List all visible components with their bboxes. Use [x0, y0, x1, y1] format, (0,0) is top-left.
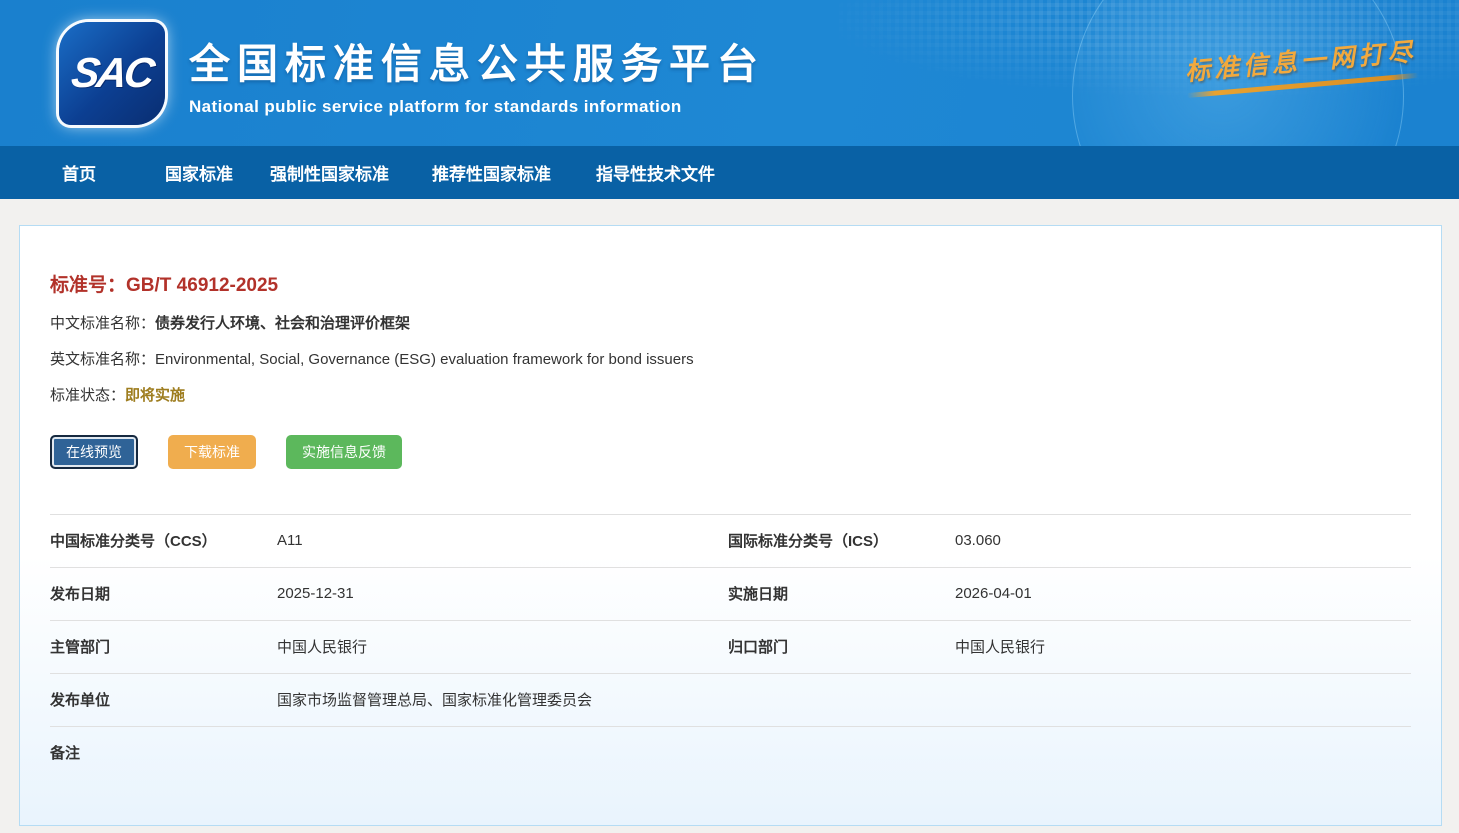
- detail-value: 中国人民银行: [277, 621, 728, 674]
- download-standard-button[interactable]: 下载标准: [168, 435, 256, 469]
- detail-value: 中国人民银行: [955, 621, 1411, 674]
- main-nav: 首页 国家标准 强制性国家标准 推荐性国家标准 指导性技术文件: [0, 146, 1459, 199]
- sac-logo[interactable]: SAC: [59, 22, 165, 125]
- status-badge: 即将实施: [125, 387, 185, 404]
- standard-number-value: GB/T 46912-2025: [126, 275, 278, 296]
- detail-value: [277, 727, 1411, 780]
- nav-item-mandatory-national-standards[interactable]: 强制性国家标准: [270, 160, 389, 185]
- site-titles: 全国标准信息公共服务平台 National public service pla…: [189, 30, 765, 117]
- site-header: SAC 全国标准信息公共服务平台 National public service…: [0, 0, 1459, 146]
- english-name-label: 英文标准名称：: [50, 351, 155, 368]
- nav-item-recommended-national-standards[interactable]: 推荐性国家标准: [432, 160, 551, 185]
- chinese-name-value: 债券发行人环境、社会和治理评价框架: [155, 315, 410, 332]
- site-subtitle: National public service platform for sta…: [189, 97, 765, 117]
- english-name-value: Environmental, Social, Governance (ESG) …: [155, 351, 694, 368]
- nav-item-national-standards[interactable]: 国家标准: [165, 160, 233, 185]
- nav-item-home[interactable]: 首页: [62, 160, 96, 185]
- nav-item-guiding-technical-documents[interactable]: 指导性技术文件: [596, 160, 715, 185]
- table-row-departments: 主管部门 中国人民银行 归口部门 中国人民银行: [50, 621, 1411, 674]
- detail-value: 2025-12-31: [277, 568, 728, 621]
- table-row-classification: 中国标准分类号（CCS） A11 国际标准分类号（ICS） 03.060: [50, 515, 1411, 568]
- online-preview-button[interactable]: 在线预览: [50, 435, 138, 469]
- action-buttons: 在线预览 下载标准 实施信息反馈: [50, 435, 1411, 469]
- standard-number-label: 标准号：: [50, 275, 126, 296]
- detail-value: 国家市场监督管理总局、国家标准化管理委员会: [277, 674, 1411, 727]
- detail-label: 发布日期: [50, 568, 277, 621]
- chinese-name-label: 中文标准名称：: [50, 315, 155, 332]
- detail-label: 发布单位: [50, 674, 277, 727]
- field-chinese-name: 中文标准名称：债券发行人环境、社会和治理评价框架: [50, 312, 1411, 333]
- field-status: 标准状态：即将实施: [50, 384, 1411, 405]
- status-label: 标准状态：: [50, 387, 125, 404]
- detail-label: 实施日期: [728, 568, 955, 621]
- detail-label: 主管部门: [50, 621, 277, 674]
- detail-label: 归口部门: [728, 621, 955, 674]
- detail-value: 03.060: [955, 515, 1411, 568]
- table-row-publisher: 发布单位 国家市场监督管理总局、国家标准化管理委员会: [50, 674, 1411, 727]
- detail-value: 2026-04-01: [955, 568, 1411, 621]
- table-row-remarks: 备注: [50, 727, 1411, 780]
- field-english-name: 英文标准名称：Environmental, Social, Governance…: [50, 348, 1411, 369]
- standard-number: 标准号：GB/T 46912-2025: [50, 270, 1411, 297]
- detail-label: 备注: [50, 727, 277, 780]
- implementation-feedback-button[interactable]: 实施信息反馈: [286, 435, 402, 469]
- detail-value: A11: [277, 515, 728, 568]
- site-title: 全国标准信息公共服务平台: [189, 30, 765, 90]
- table-row-dates: 发布日期 2025-12-31 实施日期 2026-04-01: [50, 568, 1411, 621]
- standard-detail-card: 标准号：GB/T 46912-2025 中文标准名称：债券发行人环境、社会和治理…: [19, 225, 1442, 826]
- details-table: 中国标准分类号（CCS） A11 国际标准分类号（ICS） 03.060 发布日…: [50, 514, 1411, 779]
- sac-logo-text: SAC: [69, 49, 155, 97]
- detail-label: 中国标准分类号（CCS）: [50, 515, 277, 568]
- detail-label: 国际标准分类号（ICS）: [728, 515, 955, 568]
